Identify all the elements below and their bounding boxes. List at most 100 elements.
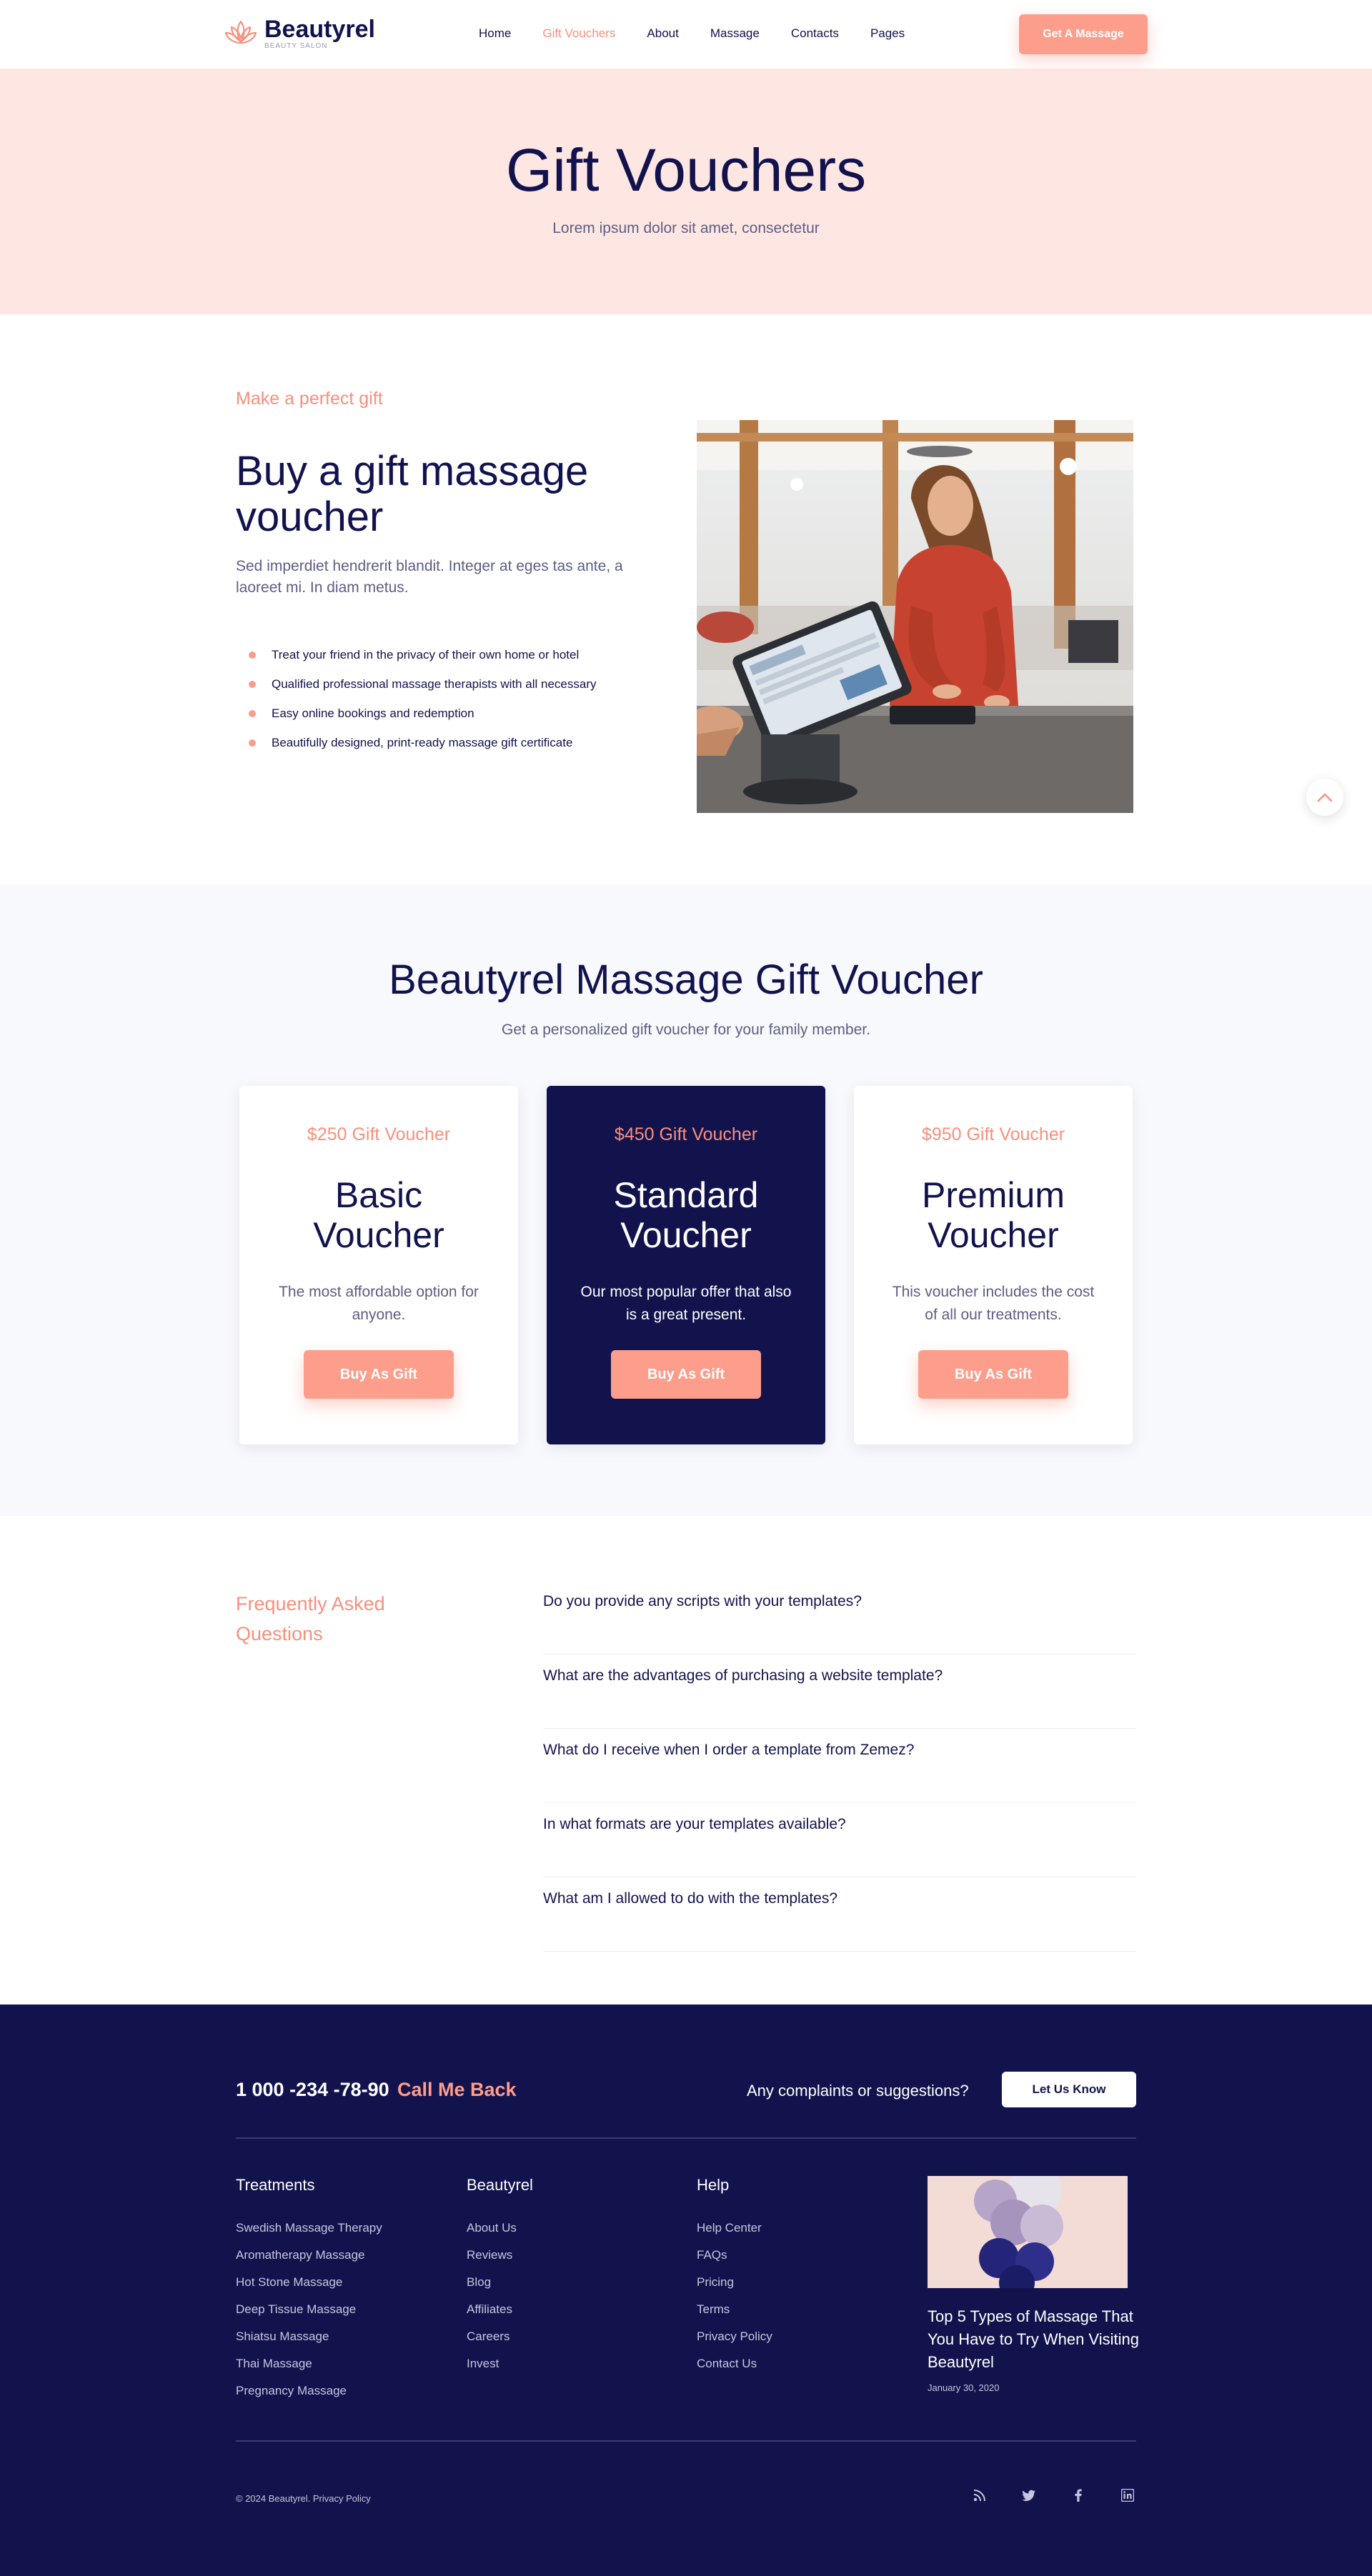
linkedin-icon[interactable] (1117, 2485, 1138, 2506)
logo[interactable]: Beautyrel BEAUTY SALON (223, 17, 375, 50)
social-links (969, 2485, 1138, 2506)
nav-home[interactable]: Home (479, 26, 511, 41)
list-item-text: Qualified professional massage therapist… (272, 677, 597, 691)
voucher-card-premium: $950 Gift Voucher Premium Voucher This v… (854, 1086, 1133, 1444)
buy-as-gift-button[interactable]: Buy As Gift (918, 1350, 1068, 1399)
call-me-back-link[interactable]: Call Me Back (397, 2079, 517, 2101)
bullet-dot-icon (249, 739, 256, 747)
intro-eyebrow: Make a perfect gift (236, 389, 383, 409)
nav-gift-vouchers[interactable]: Gift Vouchers (542, 26, 615, 41)
gift-intro-section: Make a perfect gift Buy a gift massage v… (0, 314, 1372, 884)
page-title: Gift Vouchers (505, 136, 867, 204)
vouchers-title: Beautyrel Massage Gift Voucher (389, 957, 983, 1003)
voucher-name: Standard Voucher (613, 1175, 759, 1255)
chevron-up-icon (1317, 793, 1333, 802)
footer-link[interactable]: Help Center (697, 2222, 772, 2235)
footer-link[interactable]: Privacy Policy (697, 2330, 772, 2343)
faq-question[interactable]: In what formats are your templates avail… (543, 1803, 1136, 1877)
footer-column-treatments: Treatments Swedish Massage Therapy Aroma… (236, 2176, 382, 2412)
intro-lead: Sed imperdiet hendrerit blandit. Integer… (236, 558, 623, 596)
hero-banner: Gift Vouchers Lorem ipsum dolor sit amet… (0, 69, 1372, 314)
footer-link[interactable]: Shiatsu Massage (236, 2330, 382, 2343)
list-item: Beautifully designed, print-ready massag… (249, 728, 597, 757)
faq-list: Do you provide any scripts with your tem… (543, 1580, 1136, 1952)
list-item: Qualified professional massage therapist… (249, 669, 597, 699)
footer-link[interactable]: Invest (467, 2357, 533, 2370)
faq-question[interactable]: What am I allowed to do with the templat… (543, 1877, 1136, 1952)
footer-link[interactable]: Contact Us (697, 2357, 772, 2370)
list-item: Easy online bookings and redemption (249, 699, 597, 728)
twitter-icon[interactable] (1018, 2485, 1040, 2506)
footer-link[interactable]: Pregnancy Massage (236, 2385, 382, 2397)
footer-link[interactable]: Aromatherapy Massage (236, 2249, 382, 2262)
facebook-icon[interactable] (1068, 2485, 1089, 2506)
site-header: Beautyrel BEAUTY SALON Home Gift Voucher… (0, 0, 1372, 69)
voucher-price: $450 Gift Voucher (614, 1124, 758, 1144)
voucher-description: The most affordable option for anyone. (279, 1284, 479, 1323)
faq-section: Frequently Asked Questions Do you provid… (0, 1516, 1372, 2005)
faq-question[interactable]: What are the advantages of purchasing a … (543, 1654, 1136, 1729)
nav-massage[interactable]: Massage (710, 26, 760, 41)
faq-question[interactable]: What do I receive when I order a templat… (543, 1729, 1136, 1803)
vouchers-subtitle: Get a personalized gift voucher for your… (502, 1022, 870, 1038)
list-item-text: Easy online bookings and redemption (272, 706, 474, 720)
footer-link[interactable]: Hot Stone Massage (236, 2276, 382, 2289)
voucher-card-basic: $250 Gift Voucher Basic Voucher The most… (239, 1086, 518, 1444)
bullet-dot-icon (249, 651, 256, 659)
voucher-description: Our most popular offer that also is a gr… (580, 1284, 792, 1323)
let-us-know-button[interactable]: Let Us Know (1002, 2072, 1136, 2107)
blog-post-date: January 30, 2020 (928, 2382, 1000, 2393)
balloons-thumbnail-image (928, 2176, 1128, 2288)
nav-contacts[interactable]: Contacts (791, 26, 839, 41)
footer-link[interactable]: Affiliates (467, 2303, 533, 2316)
footer-link[interactable]: Deep Tissue Massage (236, 2303, 382, 2316)
footer-column-title: Beautyrel (467, 2176, 533, 2194)
footer-link[interactable]: About Us (467, 2222, 533, 2235)
main-nav: Home Gift Vouchers About Massage Contact… (479, 26, 936, 41)
page-subtitle: Lorem ipsum dolor sit amet, consectetur (552, 220, 820, 236)
vouchers-section: Beautyrel Massage Gift Voucher Get a per… (0, 884, 1372, 1516)
phone-number[interactable]: 1 000 -234 -78-90 (236, 2079, 389, 2101)
brand-tagline: BEAUTY SALON (264, 42, 328, 50)
footer-link[interactable]: FAQs (697, 2249, 772, 2262)
buy-as-gift-button[interactable]: Buy As Gift (611, 1350, 761, 1399)
voucher-name: Premium Voucher (921, 1175, 1065, 1255)
footer-column-beautyrel: Beautyrel About Us Reviews Blog Affiliat… (467, 2176, 533, 2385)
footer-column-help: Help Help Center FAQs Pricing Terms Priv… (697, 2176, 772, 2385)
footer-link[interactable]: Terms (697, 2303, 772, 2316)
site-footer: 1 000 -234 -78-90 Call Me Back Any compl… (0, 2005, 1372, 2576)
footer-divider (236, 2440, 1136, 2442)
nav-pages[interactable]: Pages (870, 26, 905, 41)
faq-question[interactable]: Do you provide any scripts with your tem… (543, 1580, 1136, 1654)
nav-about[interactable]: About (647, 26, 678, 41)
footer-link[interactable]: Careers (467, 2330, 533, 2343)
voucher-description: This voucher includes the cost of all ou… (892, 1284, 1095, 1323)
voucher-price: $250 Gift Voucher (307, 1124, 451, 1144)
footer-link[interactable]: Reviews (467, 2249, 533, 2262)
get-a-massage-button[interactable]: Get A Massage (1019, 14, 1148, 54)
voucher-card-standard: $450 Gift Voucher Standard Voucher Our m… (547, 1086, 825, 1444)
blog-post-card[interactable]: Top 5 Types of Massage That You Have to … (928, 2176, 1139, 2393)
copyright-text: © 2024 Beautyrel. Privacy Policy (236, 2493, 371, 2504)
benefits-list: Treat your friend in the privacy of thei… (249, 640, 597, 757)
faq-title: Frequently Asked Questions (236, 1593, 385, 1644)
scroll-to-top-button[interactable] (1306, 779, 1343, 816)
footer-link[interactable]: Blog (467, 2276, 533, 2289)
woman-at-pos-terminal-photo (697, 420, 1133, 813)
list-item-text: Treat your friend in the privacy of thei… (272, 647, 580, 662)
voucher-price: $950 Gift Voucher (921, 1124, 1065, 1144)
footer-column-title: Help (697, 2176, 730, 2194)
blog-post-title[interactable]: Top 5 Types of Massage That You Have to … (928, 2305, 1142, 2374)
footer-link[interactable]: Pricing (697, 2276, 772, 2289)
bullet-dot-icon (249, 709, 256, 717)
list-item-text: Beautifully designed, print-ready massag… (272, 735, 573, 749)
footer-link[interactable]: Thai Massage (236, 2357, 382, 2370)
lotus-logo-icon (224, 20, 257, 44)
footer-link[interactable]: Swedish Massage Therapy (236, 2222, 382, 2235)
footer-divider (236, 2137, 1136, 2139)
bullet-dot-icon (249, 680, 256, 688)
voucher-name: Basic Voucher (313, 1175, 444, 1255)
buy-as-gift-button[interactable]: Buy As Gift (304, 1350, 454, 1399)
rss-icon[interactable] (969, 2485, 990, 2506)
intro-title: Buy a gift massage voucher (236, 448, 589, 540)
